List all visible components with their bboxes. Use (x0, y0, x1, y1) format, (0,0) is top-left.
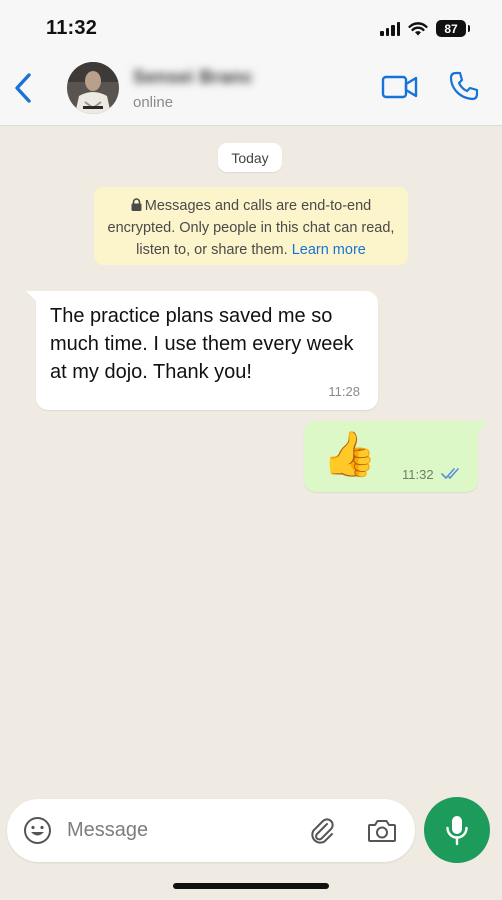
bubble-tail (26, 291, 38, 303)
message-time: 11:28 (328, 384, 360, 399)
incoming-message-bubble[interactable]: The practice plans saved me so much time… (26, 291, 378, 410)
thumbs-up-emoji: 👍 (322, 429, 377, 480)
outgoing-message-bubble[interactable]: 👍 11:32 (304, 421, 488, 492)
chat-header: Sensei Branc online (0, 58, 502, 126)
back-chevron-icon[interactable] (10, 70, 38, 106)
phone-call-icon[interactable] (448, 70, 480, 102)
avatar-photo (67, 62, 119, 114)
video-call-icon[interactable] (381, 73, 419, 101)
battery-icon: 87 (436, 20, 470, 37)
contact-status: online (133, 94, 174, 111)
microphone-icon (446, 816, 468, 846)
battery-level: 87 (444, 21, 458, 36)
date-chip: Today (218, 143, 282, 172)
signal-icon (380, 21, 400, 36)
emoji-icon[interactable] (23, 816, 52, 845)
message-text: The practice plans saved me so much time… (50, 305, 354, 383)
message-time: 11:32 (402, 467, 434, 482)
avatar[interactable] (67, 62, 119, 114)
double-check-icon (441, 468, 459, 479)
status-time: 11:32 (46, 17, 98, 39)
microphone-button[interactable] (424, 797, 490, 863)
message-input[interactable] (67, 813, 287, 847)
contact-name[interactable]: Sensei Branc (133, 67, 253, 88)
camera-icon[interactable] (367, 817, 397, 844)
status-icons: 87 (380, 20, 470, 37)
bubble-tail (476, 421, 488, 433)
message-composer (7, 799, 415, 862)
learn-more-link[interactable]: Learn more (292, 242, 366, 258)
status-bar: 11:32 87 (0, 0, 502, 58)
home-indicator[interactable] (173, 883, 329, 889)
paperclip-icon[interactable] (307, 815, 337, 845)
lock-icon (131, 198, 142, 211)
wifi-icon (408, 22, 428, 36)
encryption-notice[interactable]: Messages and calls are end-to-end encryp… (94, 187, 408, 265)
